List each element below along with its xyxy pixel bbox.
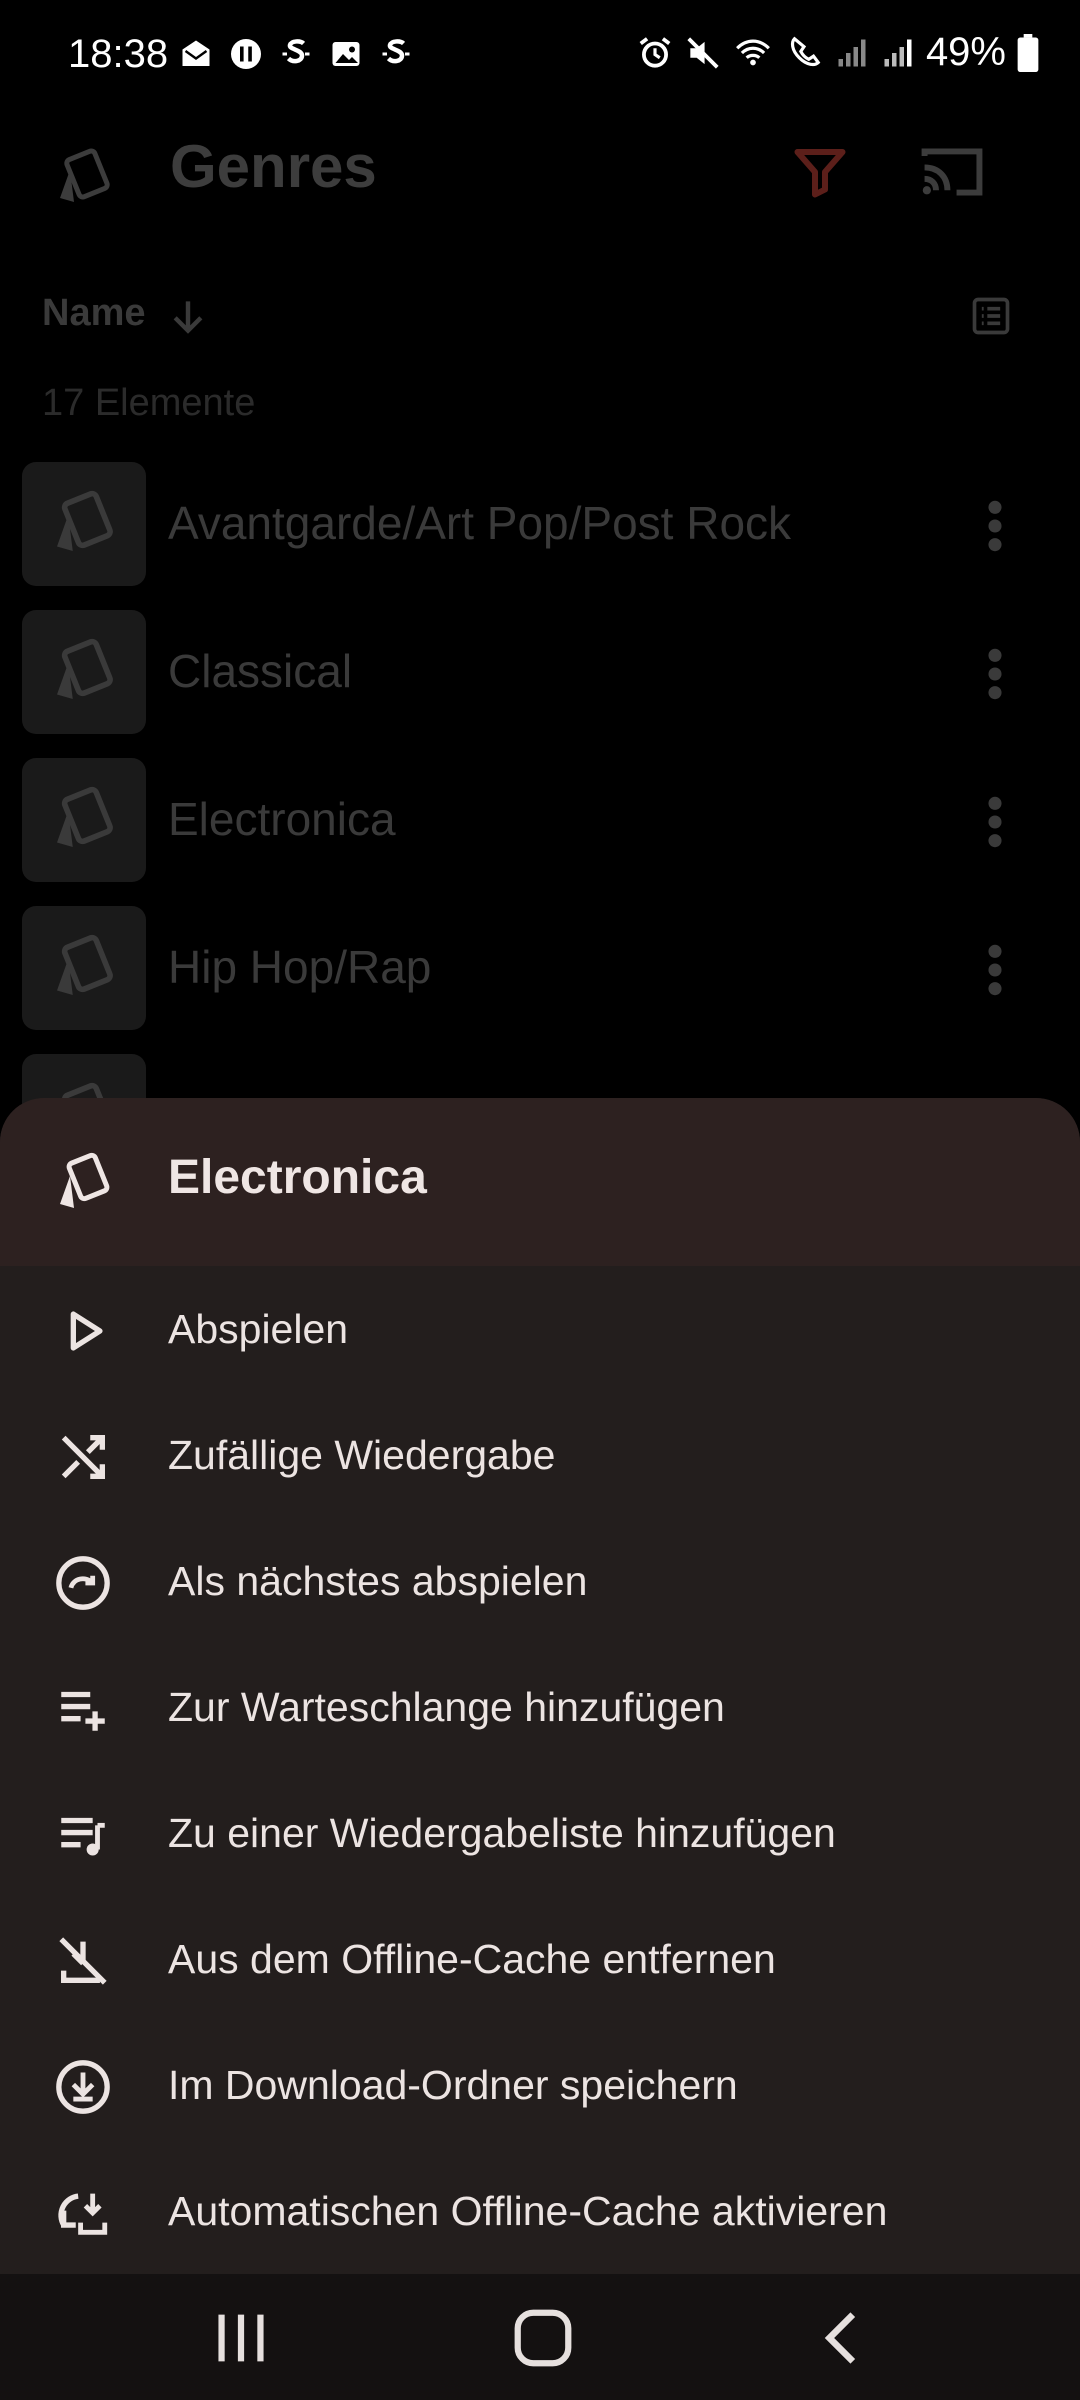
playlist-add-icon: [61, 1817, 105, 1856]
context-menu-sheet: Electronica Abspielen Zufällige Wiederga…: [0, 1098, 1080, 2274]
wifi-icon: [735, 39, 770, 65]
back-icon[interactable]: [810, 2308, 880, 2368]
menu-item-add-to-playlist[interactable]: Zu einer Wiedergabeliste hinzufügen: [0, 1770, 1080, 1896]
menu-item-play[interactable]: Abspielen: [0, 1266, 1080, 1392]
menu-item-label: Als nächstes abspielen: [168, 1558, 588, 1604]
play-icon: [70, 1311, 103, 1351]
genre-icon: [60, 1152, 110, 1208]
list-item[interactable]: Avantgarde/Art Pop/Post Rock: [0, 462, 1080, 590]
signal-icon: [838, 39, 866, 66]
list-item-label: Classical: [168, 645, 353, 697]
list-item-label: Avantgarde/Art Pop/Post Rock: [168, 497, 792, 549]
menu-item-label: Automatischen Offline-Cache aktivieren: [168, 2188, 888, 2234]
mute-icon: [687, 36, 719, 69]
sync-notification-icon: [282, 39, 310, 64]
cache-remove-icon: [59, 1937, 107, 1985]
arrow-down-icon[interactable]: [166, 294, 210, 338]
menu-item-label: Zur Warteschlange hinzufügen: [168, 1684, 725, 1730]
menu-item-label: Zu einer Wiedergabeliste hinzufügen: [168, 1810, 836, 1856]
genre-thumbnail: [22, 758, 146, 882]
list-item[interactable]: Electronica: [0, 758, 1080, 886]
menu-item-label: Aus dem Offline-Cache entfernen: [168, 1936, 776, 1982]
genre-icon: [57, 490, 113, 551]
download-icon: [56, 2060, 110, 2114]
genre-thumbnail: [22, 462, 146, 586]
more-vert-icon[interactable]: [980, 942, 1010, 998]
page-title: Genres: [170, 133, 377, 200]
more-vert-icon[interactable]: [980, 794, 1010, 850]
app-notification-icon: [231, 39, 261, 69]
sort-label[interactable]: Name: [42, 292, 146, 335]
genre-icon: [57, 934, 113, 995]
signal-icon-2: [884, 39, 912, 66]
wifi-calling-icon: [790, 36, 821, 66]
shuffle-icon: [61, 1435, 105, 1479]
cast-icon[interactable]: [920, 144, 984, 200]
menu-item-remove-from-cache[interactable]: Aus dem Offline-Cache entfernen: [0, 1896, 1080, 2022]
sheet-header: Electronica: [0, 1098, 1080, 1266]
auto-cache-icon: [58, 2193, 108, 2235]
genre-thumbnail: [22, 610, 146, 734]
status-bar: 18:38 49%: [0, 0, 1080, 120]
menu-item-save-download[interactable]: Im Download-Ordner speichern: [0, 2022, 1080, 2148]
app-bar: Genres: [0, 120, 1080, 220]
system-status-icons: 49%: [636, 30, 1040, 75]
battery-percent: 49%: [925, 30, 1006, 74]
recent-apps-icon[interactable]: [206, 2308, 276, 2368]
menu-item-add-to-queue[interactable]: Zur Warteschlange hinzufügen: [0, 1644, 1080, 1770]
genre-icon: [57, 786, 113, 847]
menu-item-shuffle[interactable]: Zufällige Wiedergabe: [0, 1392, 1080, 1518]
list-item[interactable]: Classical: [0, 610, 1080, 738]
home-icon[interactable]: [508, 2308, 578, 2368]
list-item-label: Electronica: [168, 793, 396, 845]
list-view-icon[interactable]: [968, 294, 1014, 338]
notification-icons: [178, 36, 414, 72]
menu-item-label: Zufällige Wiedergabe: [168, 1432, 556, 1478]
system-nav-bar: [0, 2274, 1080, 2400]
sheet-title: Electronica: [168, 1151, 427, 1204]
alarm-icon: [639, 36, 671, 68]
item-count: 17 Elemente: [42, 382, 256, 424]
more-vert-icon[interactable]: [980, 498, 1010, 554]
list-item-label: Hip Hop/Rap: [168, 941, 432, 993]
more-vert-icon[interactable]: [980, 646, 1010, 702]
genre-icon: [57, 638, 113, 699]
menu-item-label: Im Download-Ordner speichern: [168, 2062, 738, 2108]
menu-item-label: Abspielen: [168, 1306, 349, 1352]
mail-notification-icon: [182, 40, 210, 66]
image-notification-icon: [332, 42, 360, 66]
menu-item-play-next[interactable]: Als nächstes abspielen: [0, 1518, 1080, 1644]
queue-add-icon: [61, 1691, 105, 1731]
list-item[interactable]: Hip Hop/Rap: [0, 906, 1080, 1034]
genre-logo-icon: [60, 148, 110, 202]
genre-thumbnail: [22, 906, 146, 1030]
sort-row[interactable]: Name: [0, 280, 1080, 360]
battery-icon: [1017, 33, 1039, 72]
play-next-icon: [56, 1556, 110, 1610]
sync-notification-icon-2: [382, 39, 410, 64]
status-time: 18:38: [68, 32, 169, 76]
filter-icon[interactable]: [790, 142, 850, 202]
menu-item-enable-auto-cache[interactable]: Automatischen Offline-Cache aktivieren: [0, 2148, 1080, 2274]
